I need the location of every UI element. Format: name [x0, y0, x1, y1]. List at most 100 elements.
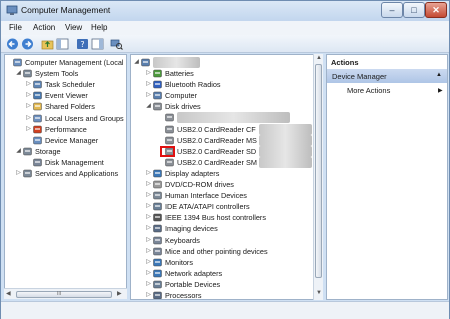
scan-hardware-icon[interactable] — [110, 38, 123, 50]
tree-item-task-scheduler[interactable]: ▷ Task Scheduler — [5, 79, 126, 90]
expand-arrow-icon[interactable]: ▷ — [145, 90, 152, 101]
maximize-button[interactable]: □ — [403, 2, 425, 18]
tree-item-fujitsu-mhy2160bh-ata-device[interactable]: FUJITSU MHY2160BH ATA Device — [131, 112, 322, 124]
expand-arrow-icon[interactable]: ▷ — [15, 168, 22, 179]
tree-item-ieee-1394-bus-host-controllers[interactable]: ▷ IEEE 1394 Bus host controllers — [131, 212, 322, 223]
expand-arrow-icon[interactable]: ▷ — [25, 90, 32, 101]
tree-item-label: Monitors — [165, 257, 193, 267]
close-button[interactable]: ✕ — [425, 2, 447, 18]
actions-section-device-manager[interactable]: Device Manager ▲ — [327, 69, 447, 83]
vertical-scroll-thumb[interactable] — [315, 64, 322, 278]
tree-item-imaging-devices[interactable]: ▷ Imaging devices — [131, 223, 322, 234]
collapse-arrow-icon[interactable]: ▲ — [436, 72, 442, 78]
scroll-left-arrow-icon[interactable]: ◀ — [6, 290, 11, 297]
tree-item-keyboards[interactable]: ▷ Keyboards — [131, 235, 322, 246]
help-icon[interactable]: ? — [76, 38, 89, 50]
collapse-arrow-icon[interactable]: ◢ — [145, 101, 152, 112]
computer-management-icon — [6, 5, 18, 15]
tree-item-usb2-0-cardreader-cf[interactable]: USB2.0 CardReader CFRW USB Device — [131, 123, 322, 135]
tree-item-event-viewer[interactable]: ▷ Event Viewer — [5, 90, 126, 101]
tree-item-suffix: RW USB Device — [259, 123, 313, 135]
show-hide-tree-icon[interactable] — [56, 38, 69, 50]
tree-item-display-adapters[interactable]: ▷ Display adapters — [131, 168, 322, 179]
tree-item-portable-devices[interactable]: ▷ Portable Devices — [131, 279, 322, 290]
menu-file[interactable]: File — [9, 23, 22, 32]
tree-item-storage[interactable]: ◢ Storage — [5, 146, 126, 157]
menu-help[interactable]: Help — [91, 23, 107, 32]
tree-item-bluetooth-radios[interactable]: ▷ Bluetooth Radios — [131, 79, 322, 90]
tree-item-ide-ata-atapi-controllers[interactable]: ▷ IDE ATA/ATAPI controllers — [131, 201, 322, 212]
tree-item-usb2-0-cardreader-ms[interactable]: USB2.0 CardReader MSRW USB Device — [131, 134, 322, 146]
tree-item-performance[interactable]: ▷ Performance — [5, 124, 126, 135]
tree-item-shared-folders[interactable]: ▷ Shared Folders — [5, 101, 126, 112]
expand-arrow-icon[interactable]: ▷ — [145, 79, 152, 90]
tree-item-processors[interactable]: ▷ Processors — [131, 290, 322, 299]
tree-item-usb2-0-cardreader-sm[interactable]: USB2.0 CardReader SMRW USB Device — [131, 156, 322, 168]
expand-arrow-icon[interactable]: ▷ — [25, 79, 32, 90]
services-icon — [23, 169, 32, 178]
expand-arrow-icon[interactable]: ▷ — [145, 268, 152, 279]
tree-item-label: IEEE 1394 Bus host controllers — [165, 213, 266, 223]
menu-view[interactable]: View — [65, 23, 82, 32]
collapse-arrow-icon[interactable]: ◢ — [133, 57, 140, 68]
minimize-button[interactable]: – — [381, 2, 403, 18]
disk-drive-icon — [165, 125, 174, 133]
up-folder-icon[interactable] — [41, 38, 54, 50]
expand-arrow-icon[interactable]: ▷ — [25, 113, 32, 124]
expand-arrow-icon[interactable]: ▷ — [145, 223, 152, 234]
horizontal-scrollbar[interactable]: ◀ III ▶ — [4, 288, 127, 299]
tree-item-network-adapters[interactable]: ▷ Network adapters — [131, 268, 322, 279]
expand-arrow-icon[interactable]: ▷ — [145, 68, 152, 79]
toolbar: ? — [1, 35, 449, 53]
tree-item-local-users-and-groups[interactable]: ▷ Local Users and Groups — [5, 113, 126, 124]
expand-arrow-icon[interactable]: ▷ — [145, 168, 152, 179]
processor-icon — [153, 291, 162, 299]
tree-item-label: DVD/CD-ROM drives — [165, 180, 234, 189]
tree-item-monitors[interactable]: ▷ Monitors — [131, 257, 322, 268]
show-hide-action-pane-icon[interactable] — [91, 38, 104, 50]
collapse-arrow-icon[interactable]: ◢ — [15, 146, 22, 157]
scroll-right-arrow-icon[interactable]: ▶ — [117, 290, 122, 297]
tree-item-batteries[interactable]: ▷ Batteries — [131, 68, 322, 79]
tree-item-system-tools[interactable]: ◢ System Tools — [5, 68, 126, 79]
expand-arrow-icon[interactable]: ▷ — [145, 257, 152, 268]
tree-item-suffix: RW USB Device — [259, 156, 313, 168]
tree-item-dvd-cd-rom-drives[interactable]: ▷ DVD/CD-ROM drives — [131, 179, 322, 190]
expand-arrow-icon[interactable]: ▷ — [145, 290, 152, 299]
expand-arrow-icon[interactable]: ▷ — [145, 190, 152, 201]
tree-item-human-interface-devices[interactable]: ▷ Human Interface Devices — [131, 190, 322, 201]
hid-icon — [153, 191, 162, 200]
tree-item-services-and-applications[interactable]: ▷ Services and Applications — [5, 168, 126, 179]
tree-item-disk-management[interactable]: Disk Management — [5, 157, 126, 168]
menu-action[interactable]: Action — [33, 23, 55, 32]
event-viewer-icon — [33, 92, 42, 100]
forward-arrow-icon[interactable] — [21, 38, 34, 50]
vertical-scrollbar[interactable]: ▲ ▼ — [313, 54, 323, 300]
expand-arrow-icon[interactable]: ▷ — [145, 246, 152, 257]
expand-arrow-icon[interactable]: ▷ — [145, 212, 152, 223]
expand-arrow-icon[interactable]: ▷ — [25, 124, 32, 135]
tree-item-disk-drives[interactable]: ◢ Disk drives — [131, 101, 322, 112]
horizontal-scroll-thumb[interactable]: III — [16, 291, 112, 298]
tree-item-computer-management-local[interactable]: Computer Management (Local — [5, 57, 126, 68]
computer-management-window: Computer Management – □ ✕ File Action Vi… — [0, 0, 450, 319]
ide-icon — [153, 202, 162, 211]
more-actions-arrow-icon[interactable]: ▶ — [438, 87, 443, 94]
scroll-up-arrow-icon[interactable]: ▲ — [316, 55, 322, 61]
collapse-arrow-icon[interactable]: ◢ — [15, 68, 22, 79]
scroll-down-arrow-icon[interactable]: ▼ — [316, 290, 322, 296]
tree-item-mice-and-other-pointing-devices[interactable]: ▷ Mice and other pointing devices — [131, 246, 322, 257]
tree-item-device-manager[interactable]: Device Manager — [5, 135, 126, 146]
expand-arrow-icon[interactable]: ▷ — [145, 279, 152, 290]
expand-arrow-icon[interactable]: ▷ — [145, 201, 152, 212]
expand-arrow-icon[interactable]: ▷ — [145, 235, 152, 246]
more-actions-item[interactable]: More Actions — [347, 86, 390, 95]
expand-arrow-icon[interactable]: ▷ — [145, 179, 152, 190]
expand-arrow-icon[interactable]: ▷ — [25, 101, 32, 112]
back-arrow-icon[interactable] — [6, 38, 19, 50]
tree-item-computer[interactable]: ▷ Computer — [131, 90, 322, 101]
tree-item-label: Computer — [165, 91, 198, 101]
